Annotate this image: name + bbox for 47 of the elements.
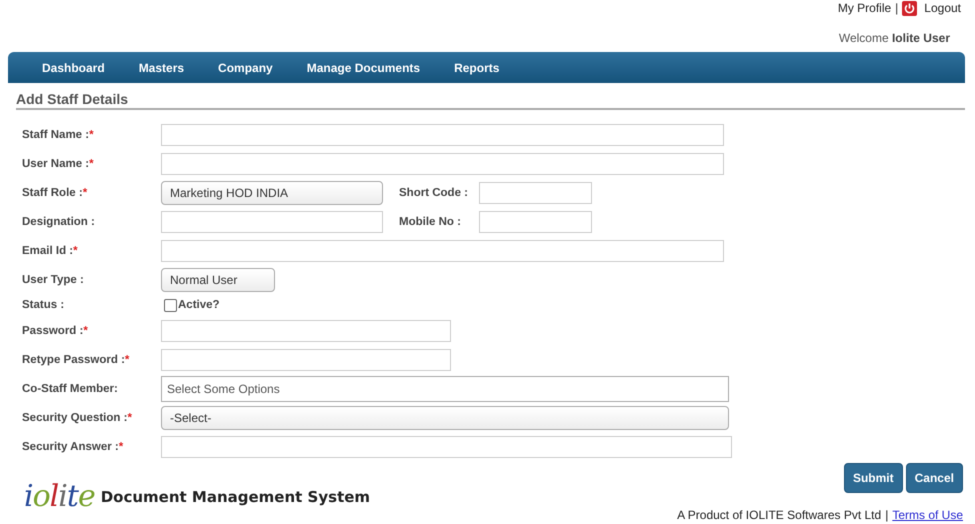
terms-link[interactable]: Terms of Use xyxy=(892,508,963,522)
input-field[interactable] xyxy=(479,210,592,232)
input-field[interactable] xyxy=(161,240,724,262)
input-field[interactable] xyxy=(161,152,724,174)
field-label: Status : xyxy=(22,299,66,311)
app-title: Document Management System xyxy=(100,488,370,506)
input-field[interactable] xyxy=(161,210,383,232)
form-button[interactable]: Submit xyxy=(844,463,903,493)
field-label: User Name :* xyxy=(22,158,95,170)
separator: | xyxy=(895,1,898,15)
input-field[interactable] xyxy=(161,348,451,370)
power-icon[interactable] xyxy=(902,0,918,16)
separator: | xyxy=(885,508,888,522)
dropdown[interactable]: Normal User xyxy=(161,268,275,292)
field-label: Email Id :* xyxy=(22,244,79,256)
form-button[interactable]: Cancel xyxy=(906,463,963,493)
dropdown[interactable]: -Select- xyxy=(161,406,729,430)
nav-item[interactable]: Dashboard xyxy=(42,60,105,74)
checkbox[interactable] xyxy=(164,298,177,312)
nav-item[interactable]: Manage Documents xyxy=(306,60,420,74)
field-label: Co-Staff Member: xyxy=(22,382,119,394)
dropdown[interactable]: Marketing HOD INDIA xyxy=(161,180,383,204)
field-label: Security Answer :* xyxy=(22,440,124,452)
nav-item[interactable]: Reports xyxy=(454,60,500,74)
logo: iolite xyxy=(24,479,95,514)
field-label: Designation : xyxy=(22,216,96,228)
field-label: User Type : xyxy=(22,274,85,286)
input-field[interactable] xyxy=(161,320,451,342)
field-label: Retype Password :* xyxy=(22,354,130,366)
input-field[interactable] xyxy=(161,436,732,458)
input-field[interactable] xyxy=(161,124,724,146)
field-label: Staff Name :* xyxy=(22,128,95,140)
field-label: Staff Role :* xyxy=(22,186,88,198)
input-field[interactable] xyxy=(479,182,592,204)
nav-item[interactable]: Masters xyxy=(138,60,184,74)
welcome-text: Welcome Iolite User xyxy=(838,31,950,47)
nav-item[interactable]: Company xyxy=(218,60,273,74)
page-title: Add Staff Details xyxy=(16,91,130,108)
field-label: Password :* xyxy=(22,324,89,336)
checkbox-label: Active? xyxy=(178,299,220,311)
logout-link[interactable]: Logout xyxy=(924,1,961,15)
field-label: Short Code : xyxy=(399,186,469,198)
field-label: Mobile No : xyxy=(399,216,462,228)
profile-link[interactable]: My Profile xyxy=(838,1,892,15)
multiselect-field[interactable]: Select Some Options xyxy=(161,376,729,402)
field-label: Security Question :* xyxy=(22,412,133,424)
footer-text: A Product of IOLITE Softwares Pvt Ltd xyxy=(677,508,882,522)
